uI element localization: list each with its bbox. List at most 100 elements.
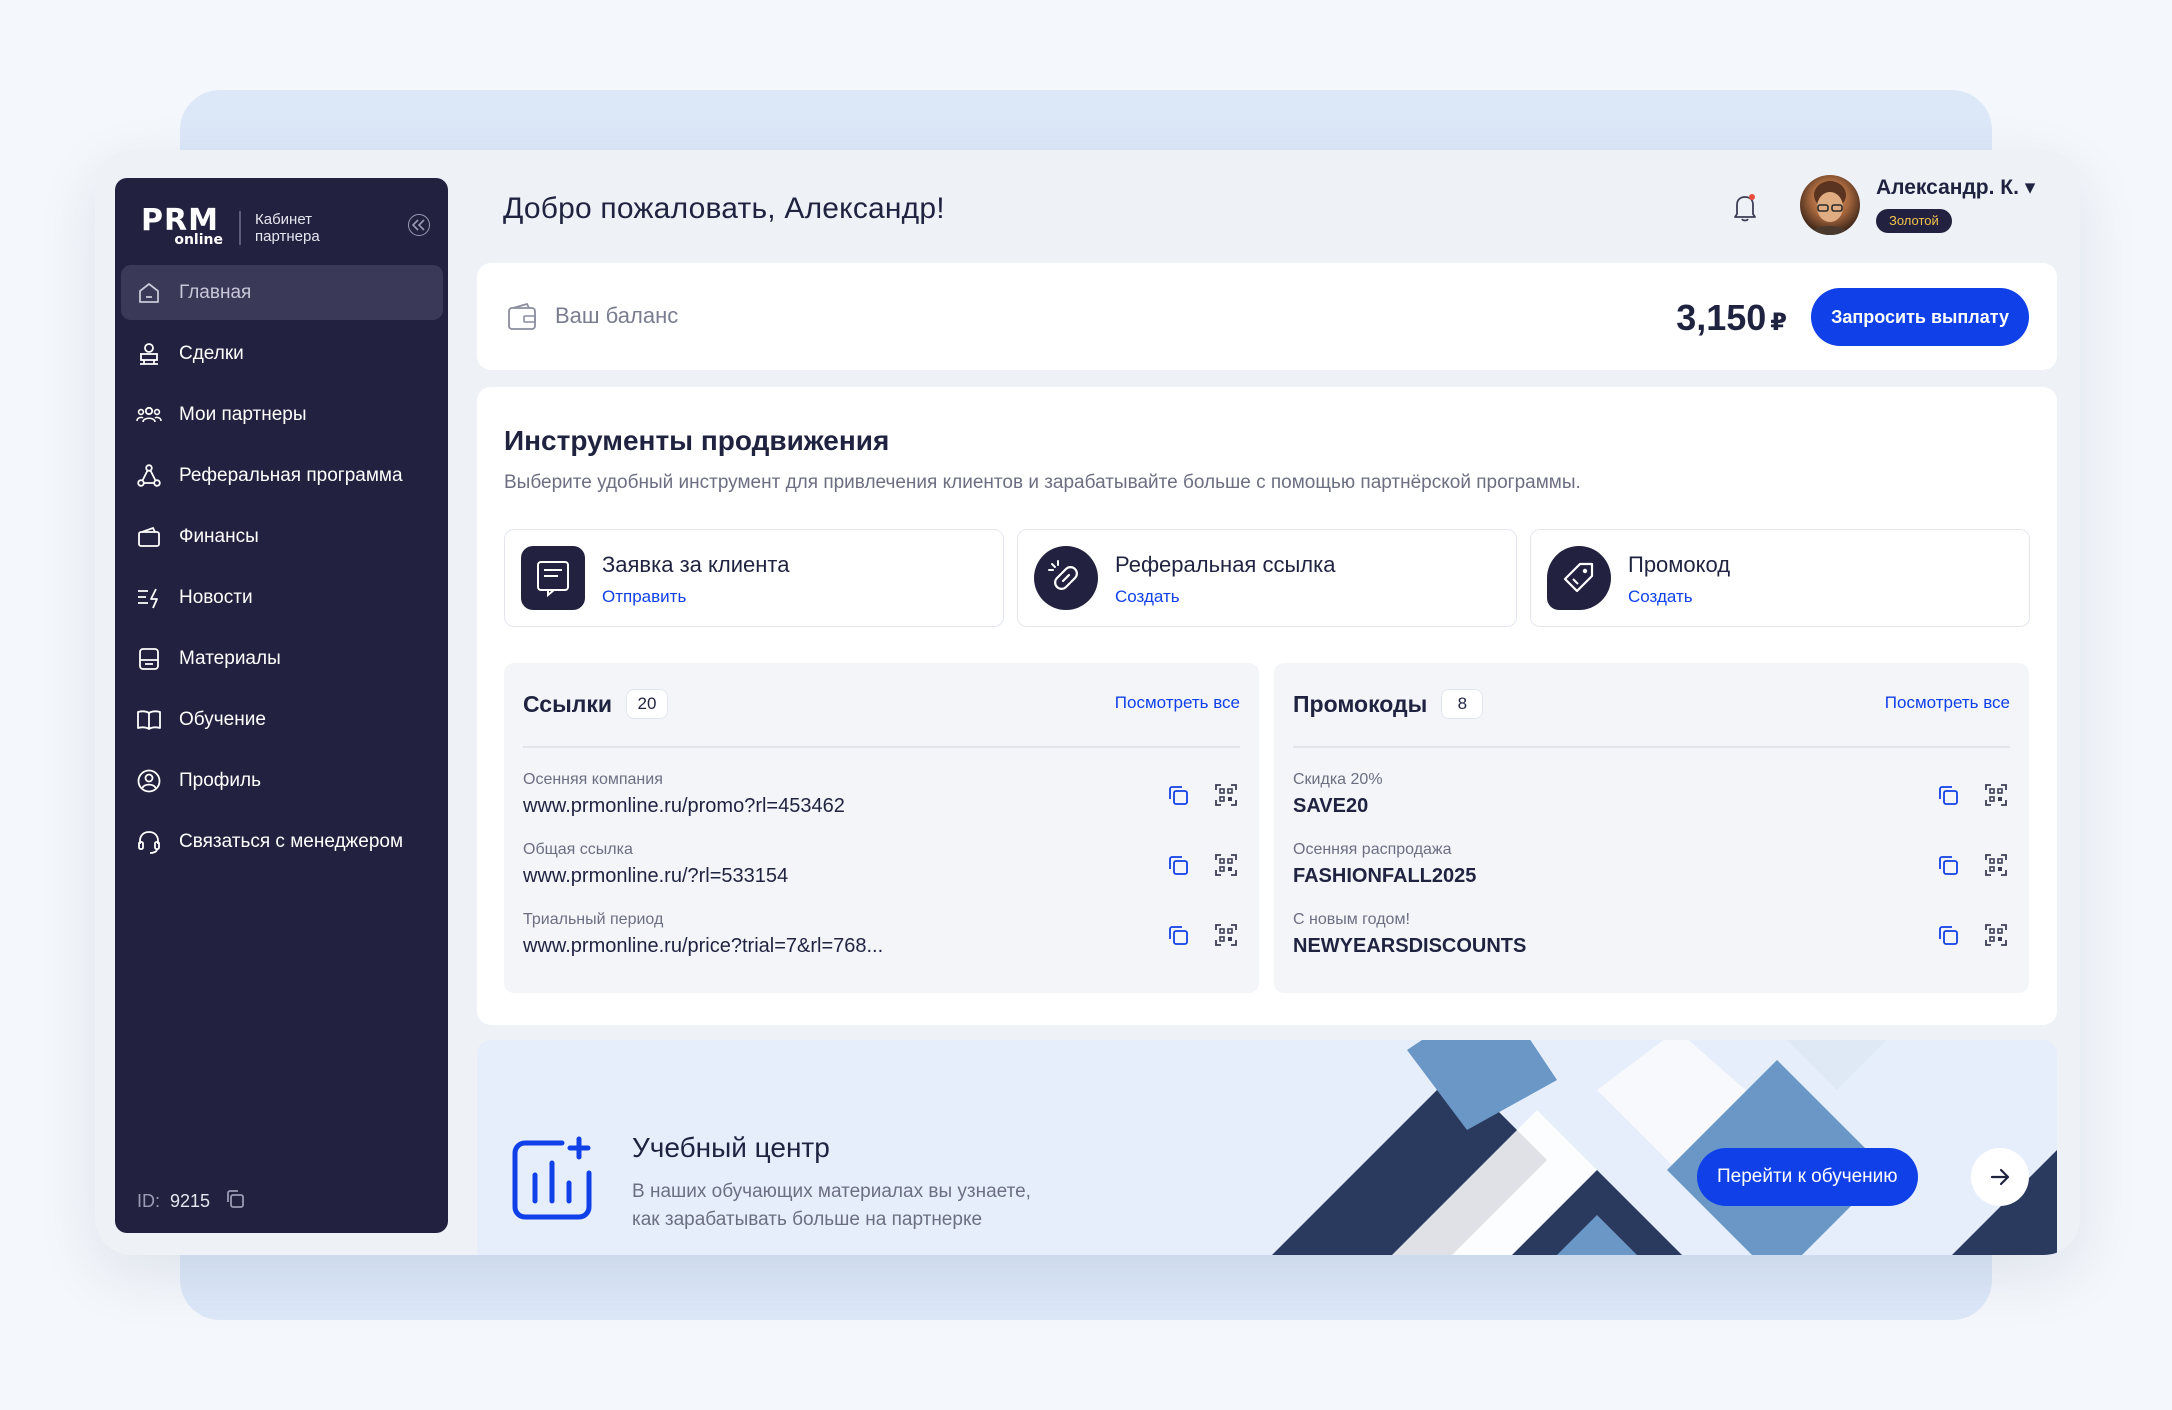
sidebar-item-home[interactable]: Главная: [121, 265, 443, 320]
request-payout-button[interactable]: Запросить выплату: [1811, 288, 2029, 346]
sidebar-item-label: Профиль: [179, 769, 262, 791]
materials-icon: [135, 645, 163, 673]
headset-icon: [135, 828, 163, 856]
wallet-icon: [507, 302, 537, 331]
sidebar-item-learning[interactable]: Обучение: [121, 692, 443, 747]
avatar[interactable]: [1800, 175, 1860, 235]
brand-subtitle: Кабинет партнера: [255, 211, 320, 245]
promocodes-panel: Промокоды 8 Посмотреть все Скидка 20% SA…: [1274, 663, 2029, 993]
sidebar-item-materials[interactable]: Материалы: [121, 631, 443, 686]
tag-icon: [1547, 546, 1611, 610]
currency-symbol: ₽: [1770, 309, 1787, 336]
copy-icon[interactable]: [1934, 851, 1962, 879]
decorative-shapes: [1272, 1040, 2057, 1255]
balance-amount: 3,150 ₽: [1676, 297, 1787, 339]
copy-icon[interactable]: [1934, 781, 1962, 809]
qr-code-icon[interactable]: [1982, 921, 2010, 949]
list-item: Триальный период www.prmonline.ru/price?…: [523, 911, 1240, 969]
divider: [523, 746, 1240, 748]
row-actions: [1914, 851, 2010, 879]
view-all-promocodes[interactable]: Посмотреть все: [1885, 693, 2010, 713]
partner-id-label: ID:: [137, 1191, 161, 1211]
logo: PRM online: [141, 206, 223, 248]
page-title: Добро пожаловать, Александр!: [503, 192, 945, 225]
view-all-links[interactable]: Посмотреть все: [1115, 693, 1240, 713]
promo-tools-card: Инструменты продвижения Выберите удобный…: [477, 387, 2057, 1025]
tool-name: Заявка за клиента: [602, 552, 790, 577]
education-subtitle: В наших обучающих материалах вы узнаете,…: [632, 1178, 1112, 1234]
link-url: www.prmonline.ru/price?trial=7&rl=768...: [523, 935, 884, 957]
education-banner: Учебный центр В наших обучающих материал…: [477, 1040, 2057, 1255]
sidebar: PRM online Кабинет партнера Главная Сдел…: [115, 178, 448, 1233]
go-to-learning-button[interactable]: Перейти к обучению: [1697, 1148, 1918, 1206]
sidebar-item-label: Обучение: [179, 708, 266, 730]
balance-value: 3,150: [1676, 297, 1767, 338]
copy-icon[interactable]: [1164, 851, 1192, 879]
sidebar-item-label: Связаться с менеджером: [179, 830, 404, 852]
app-window: PRM online Кабинет партнера Главная Сдел…: [95, 150, 2080, 1255]
qr-code-icon[interactable]: [1982, 781, 2010, 809]
education-subtitle-line2: как зарабатывать больше на партнерке: [632, 1209, 983, 1230]
sidebar-item-label: Материалы: [179, 647, 281, 669]
promocodes-title: Промокоды: [1293, 690, 1428, 717]
partners-icon: [135, 401, 163, 429]
list-item: Осенняя распродажа FASHIONFALL2025: [1293, 841, 2010, 899]
sidebar-item-label: Главная: [179, 281, 252, 303]
section-subtitle: Выберите удобный инструмент для привлече…: [504, 472, 1581, 493]
brand[interactable]: PRM online Кабинет партнера: [141, 206, 320, 250]
education-subtitle-line1: В наших обучающих материалах вы узнаете,: [632, 1181, 1031, 1202]
home-icon: [135, 279, 163, 307]
arrow-right-icon: [1990, 1168, 2010, 1186]
link-icon: [1034, 546, 1098, 610]
section-title: Инструменты продвижения: [504, 425, 890, 456]
qr-code-icon[interactable]: [1212, 851, 1240, 879]
notifications-button[interactable]: [1730, 190, 1760, 224]
brand-divider: [239, 211, 241, 245]
collapse-sidebar-button[interactable]: [408, 214, 430, 236]
tool-promocode[interactable]: Промокод Создать: [1530, 529, 2030, 627]
copy-icon[interactable]: [1164, 921, 1192, 949]
tool-name: Промокод: [1628, 552, 1731, 577]
deals-icon: [135, 340, 163, 368]
promocodes-count: 8: [1441, 689, 1484, 719]
profile-icon: [135, 767, 163, 795]
divider: [1293, 746, 2010, 748]
promocode-value: NEWYEARSDISCOUNTS: [1293, 935, 1527, 957]
sidebar-item-finance[interactable]: Финансы: [121, 509, 443, 564]
create-promocode-link[interactable]: Создать: [1628, 587, 1693, 607]
chevrons-left-icon: [412, 219, 425, 231]
sidebar-item-news[interactable]: Новости: [121, 570, 443, 625]
sidebar-item-profile[interactable]: Профиль: [121, 753, 443, 808]
copy-icon[interactable]: [1164, 781, 1192, 809]
copy-icon[interactable]: [1934, 921, 1962, 949]
promocode-label: Осенняя распродажа: [1293, 841, 1452, 858]
book-icon: [135, 706, 163, 734]
sidebar-item-referral[interactable]: Реферальная программа: [121, 448, 443, 503]
qr-code-icon[interactable]: [1212, 921, 1240, 949]
list-item: С новым годом! NEWYEARSDISCOUNTS: [1293, 911, 2010, 969]
user-menu[interactable]: Александр. К. ▾: [1876, 175, 2035, 200]
promocode-label: С новым годом!: [1293, 911, 1410, 928]
send-link[interactable]: Отправить: [602, 587, 686, 607]
copy-icon[interactable]: [224, 1188, 246, 1215]
sidebar-item-partners[interactable]: Мои партнеры: [121, 387, 443, 442]
sidebar-item-contact-manager[interactable]: Связаться с менеджером: [121, 814, 443, 869]
links-panel: Ссылки 20 Посмотреть все Осенняя компани…: [504, 663, 1259, 993]
sidebar-item-label: Финансы: [179, 525, 259, 547]
row-actions: [1144, 781, 1240, 809]
bell-icon: [1734, 194, 1756, 222]
qr-code-icon[interactable]: [1212, 781, 1240, 809]
go-to-learning-arrow-button[interactable]: [1971, 1148, 2029, 1206]
create-link[interactable]: Создать: [1115, 587, 1180, 607]
chart-add-icon: [507, 1135, 597, 1225]
list-item: Осенняя компания www.prmonline.ru/promo?…: [523, 771, 1240, 829]
promocode-label: Скидка 20%: [1293, 771, 1383, 788]
promocode-value: FASHIONFALL2025: [1293, 865, 1477, 887]
sidebar-item-label: Новости: [179, 586, 253, 608]
sidebar-item-deals[interactable]: Сделки: [121, 326, 443, 381]
tool-client-request[interactable]: Заявка за клиента Отправить: [504, 529, 1004, 627]
qr-code-icon[interactable]: [1982, 851, 2010, 879]
tool-referral-link[interactable]: Реферальная ссылка Создать: [1017, 529, 1517, 627]
link-url: www.prmonline.ru/?rl=533154: [523, 865, 789, 887]
links-count: 20: [626, 689, 669, 719]
